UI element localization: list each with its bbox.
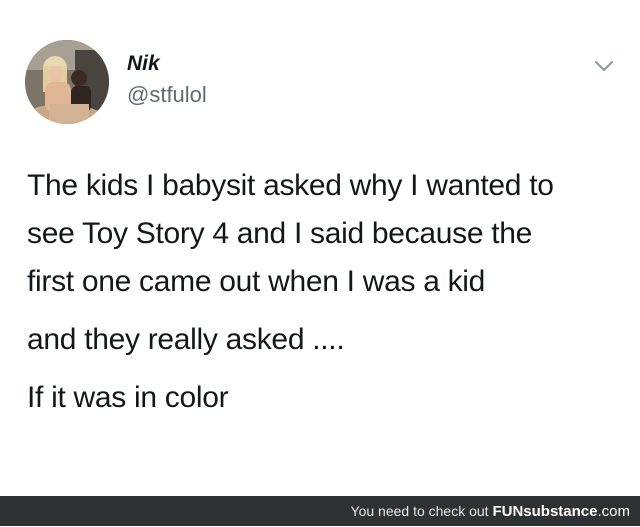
watermark-brand-bold: FUNsubstance	[492, 503, 598, 520]
tweet-text-line: and they really asked ....	[27, 323, 345, 356]
chevron-down-icon[interactable]	[593, 58, 615, 74]
tweet-text: The kids I babysit asked why I wanted to…	[27, 162, 627, 422]
avatar-photo	[25, 40, 109, 124]
user-display-name[interactable]: Nik	[127, 52, 160, 76]
tweet-text-line: see Toy Story 4 and I said because the	[27, 217, 533, 250]
watermark-brand-tail: .com	[597, 503, 630, 520]
avatar[interactable]	[25, 40, 109, 124]
user-handle[interactable]: @stfulol	[127, 82, 207, 108]
tweet-card: Nik @stfulol The kids I babysit asked wh…	[0, 0, 640, 496]
tweet-text-line: The kids I babysit asked why I wanted to	[27, 169, 554, 202]
watermark-prefix: You need to check out	[350, 503, 489, 519]
tweet-text-line: If it was in color	[27, 381, 229, 414]
watermark-text: You need to check out FUNsubstance.com	[351, 496, 630, 527]
watermark-footer: You need to check out FUNsubstance.com	[0, 496, 640, 526]
tweet-text-line: first one came out when I was a kid	[27, 265, 486, 298]
watermark-brand: FUNsubstance.com	[492, 503, 630, 520]
